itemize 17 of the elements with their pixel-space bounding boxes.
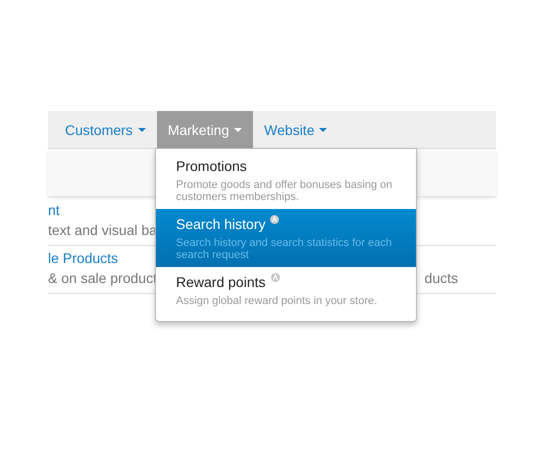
row-description: ducts: [424, 270, 458, 286]
menu-item-description: Promote goods and offer bonuses basing on customers memberships.: [176, 179, 394, 203]
menu-item-title: Promotions: [176, 158, 247, 174]
menu-tab[interactable]: Website: [253, 111, 338, 148]
menu-item-description: Assign global reward points in your store.: [176, 295, 378, 307]
caret-icon: [234, 128, 242, 132]
menu-item-title: Reward points: [176, 274, 266, 290]
menu-item[interactable]: Promotions Promote goods and offer bonuses basing on customers memberships.: [156, 151, 416, 209]
menu-tab[interactable]: Marketing: [156, 111, 254, 148]
menu-tab[interactable]: Customers: [54, 111, 157, 148]
menu-item[interactable]: Reward points Assign global reward points in your store.: [156, 267, 416, 313]
caret-icon: [319, 128, 328, 132]
row-description: & on sale product: [48, 270, 157, 286]
menu-item[interactable]: Search history Search history and search statistics for each search request: [156, 209, 416, 267]
caret-icon: [138, 128, 146, 132]
menu-item-description: Search history and search statistics for each search request: [176, 237, 393, 261]
menu-item-title: Search history: [176, 216, 266, 232]
